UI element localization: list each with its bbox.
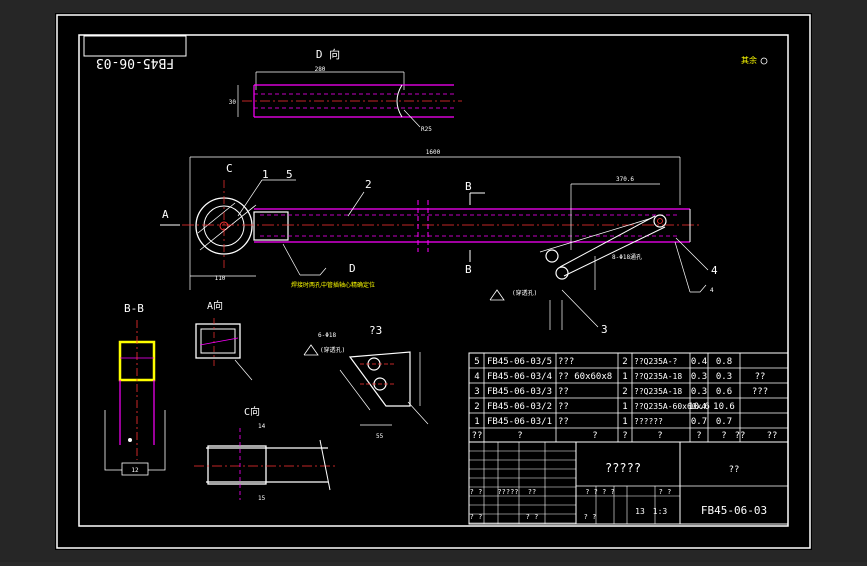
title-block-scale: 1:3	[653, 507, 668, 516]
title-block-share-label: ? ?	[584, 513, 597, 521]
bom-row-unit-weight: 10.6	[688, 402, 710, 412]
title-block-date-label: ? ?	[526, 513, 539, 521]
bom-row-code: FB45-06-03/3	[487, 387, 552, 397]
view-d-radius: R25	[421, 126, 432, 133]
bom-row-name: ???	[558, 357, 574, 367]
title-block-weight-label: ? ?	[659, 488, 672, 496]
cad-window: FB45-06-03 D 向 280 R25 30 其余 1600 370.6 …	[0, 0, 867, 562]
bom-row-unit-weight: 0.7	[691, 417, 707, 427]
detail-dim-1: 6-Φ18	[318, 332, 336, 339]
section-b-marker-top: B	[465, 180, 472, 193]
bom-row-total-weight: 10.6	[713, 402, 735, 412]
title-block-drawing-number: FB45-06-03	[701, 504, 767, 517]
bom-row-no: 3	[474, 387, 479, 397]
balloon-2: 2	[365, 178, 372, 191]
bom-header-unit-weight: ?	[696, 431, 701, 441]
detail-3-title: ?3	[369, 324, 382, 337]
bom-row-no: 4	[474, 372, 479, 382]
balloon-4: 4	[711, 264, 718, 277]
detail-through: (穿透孔)	[320, 346, 345, 354]
bom-row-no: 2	[474, 402, 479, 412]
weld-note: 焊接时两孔中管插轴心精确定位	[291, 281, 375, 289]
bom-header-weight-label: ??	[735, 431, 746, 441]
bom-row-code: FB45-06-03/5	[487, 357, 552, 367]
through-hole-note: (穿透孔)	[512, 289, 537, 297]
bom-row-note: ??	[755, 372, 766, 382]
bom-row-qty: 1	[622, 372, 627, 382]
view-d-length-dim: 280	[315, 66, 326, 73]
detail-dim-2: 55	[376, 433, 384, 440]
bom-header-material: ?	[657, 431, 662, 441]
bom-row-name: ??	[558, 402, 569, 412]
title-block-unit: ??	[729, 465, 740, 475]
cad-drawing-canvas[interactable]: FB45-06-03 D 向 280 R25 30 其余 1600 370.6 …	[0, 0, 867, 562]
bom-row-material: ??Q235A-?	[634, 357, 678, 366]
roughness-4: 4	[710, 287, 714, 294]
bom-row-code: FB45-06-03/1	[487, 417, 552, 427]
c-dir-title: C向	[244, 405, 260, 418]
bom-row-material: ??Q235A-18	[634, 387, 682, 396]
bom-header-qty: ?	[622, 431, 627, 441]
bom-row-qty: 2	[622, 357, 627, 367]
bom-row-unit-weight: 0.4	[691, 357, 707, 367]
bom-row-total-weight: 0.8	[716, 357, 732, 367]
right-length-dim: 370.6	[616, 176, 634, 183]
bom-header-total-weight: ?	[721, 431, 726, 441]
section-c-marker: C	[226, 162, 233, 175]
bom-row-unit-weight: 0.3	[691, 372, 707, 382]
roughness-note: 其余	[741, 55, 757, 65]
balloon-1: 1	[262, 168, 269, 181]
title-block-part-name: ?????	[605, 461, 641, 475]
bom-row-code: FB45-06-03/2	[487, 402, 552, 412]
slot-callout: 8-Φ18通孔	[612, 253, 642, 261]
bb-title: B-B	[124, 302, 144, 315]
bom-row-qty: 1	[622, 417, 627, 427]
bom-row-no: 1	[474, 417, 479, 427]
bom-row-qty: 1	[622, 402, 627, 412]
bom-row-total-weight: 0.3	[716, 372, 732, 382]
c-dim-2: 15	[258, 495, 266, 502]
balloon-5: 5	[286, 168, 293, 181]
title-block-process-label: ? ?	[470, 513, 483, 521]
balloon-3: 3	[601, 323, 608, 336]
paper-background	[55, 13, 812, 550]
bom-row-code: FB45-06-03/4	[487, 372, 552, 382]
view-d-label: D 向	[316, 47, 340, 61]
mirrored-number-text: FB45-06-03	[96, 55, 174, 70]
bom-row-no: 5	[474, 357, 479, 367]
view-d-height-dim: 30	[229, 99, 237, 106]
bom-row-material: ??????	[634, 417, 663, 426]
bom-row-qty: 2	[622, 387, 627, 397]
title-block-standardize-label: ?????	[497, 488, 518, 496]
bom-header-no: ??	[472, 431, 483, 441]
section-b-marker-bottom: B	[465, 263, 472, 276]
title-block-stage-label: ? ? ? ?	[585, 488, 615, 496]
title-block-sheets: 13	[635, 507, 645, 516]
bom-row-note: ???	[752, 387, 768, 397]
bom-header-code: ?	[517, 431, 522, 441]
section-a-marker: A	[162, 208, 169, 221]
bom-row-name: ??	[558, 417, 569, 427]
main-length-dim: 1600	[426, 149, 441, 156]
bom-row-name: ?? 60x60x8	[558, 372, 612, 382]
bom-row-name: ??	[558, 387, 569, 397]
bom-header-name: ?	[592, 431, 597, 441]
section-d-marker: D	[349, 262, 356, 275]
title-block-approve-label: ??	[528, 488, 536, 496]
c-dim-1: 14	[258, 423, 266, 430]
bb-dim: 12	[131, 467, 139, 474]
bom-row-material: ??Q235A-18	[634, 372, 682, 381]
bom-row-total-weight: 0.7	[716, 417, 732, 427]
a-dir-title: A向	[207, 299, 223, 312]
bom-row-unit-weight: 0.3	[691, 387, 707, 397]
bom-row-total-weight: 0.6	[716, 387, 732, 397]
title-block-designer-label: ? ?	[470, 488, 483, 496]
bom-header-note: ??	[767, 431, 778, 441]
